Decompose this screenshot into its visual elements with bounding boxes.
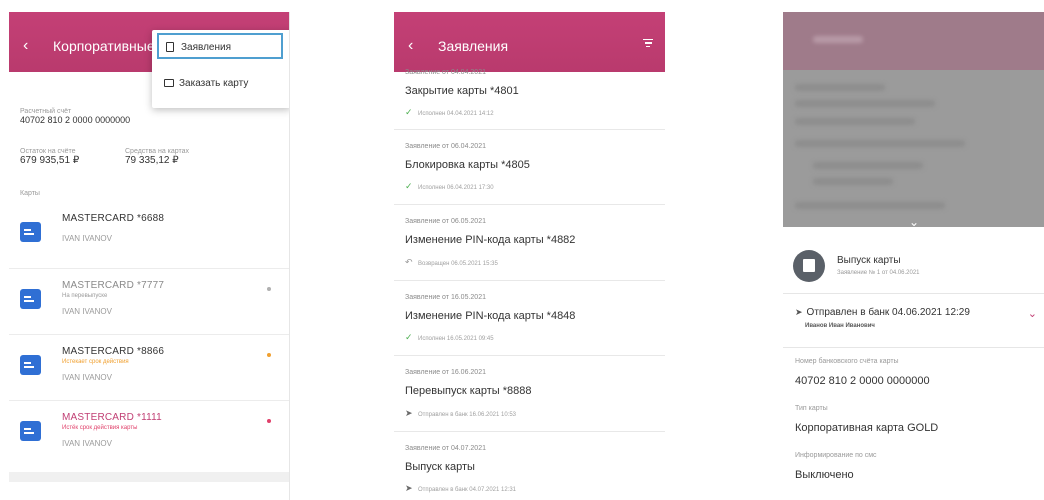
send-icon: ➤ <box>405 483 413 493</box>
chevron-down-icon[interactable]: ⌄ <box>901 215 927 229</box>
card-row[interactable]: MASTERCARD *1111 Истёк срок действия кар… <box>9 400 289 467</box>
application-date: Заявление от 16.06.2021 <box>405 369 486 376</box>
card-row[interactable]: MASTERCARD *8866 Истекает срок действия … <box>9 334 289 401</box>
return-icon: ↶ <box>405 257 413 267</box>
account-number: 40702 810 2 0000 0000000 <box>20 115 131 125</box>
sheet-subtitle: Заявление № 1 от 04.06.2021 <box>837 270 920 276</box>
check-icon: ✓ <box>405 332 413 342</box>
section-divider <box>9 472 289 482</box>
cards-label: Карты <box>20 190 40 197</box>
card-icon <box>164 79 174 87</box>
back-arrow-icon[interactable]: ‹ <box>23 38 28 54</box>
field-value: Выключено <box>795 469 854 481</box>
status-dot <box>267 287 271 291</box>
card-holder: IVAN IVANOV <box>62 234 112 243</box>
app-bar: ‹ Заявления <box>394 12 665 72</box>
list-item[interactable]: Заявление от 16.05.2021 Изменение PIN-ко… <box>394 280 665 356</box>
menu-item-order-card[interactable]: Заказать карту <box>157 71 283 97</box>
send-icon: ➤ <box>405 408 413 418</box>
card-icon <box>20 289 41 309</box>
card-icon <box>20 355 41 375</box>
application-title: Изменение PIN-кода карты *4882 <box>405 234 576 246</box>
card-status: На перевыпуске <box>62 293 108 299</box>
document-icon <box>166 42 174 52</box>
application-status: ➤ Отправлен в банк 04.07.2021 12:31 <box>405 483 517 493</box>
cards-screen: ‹ Корпоративные Расчетный счёт 40702 810… <box>9 12 290 500</box>
send-icon: ➤ <box>795 307 803 317</box>
application-status: ➤ Отправлен в банк 16.06.2021 10:53 <box>405 408 517 418</box>
card-icon <box>20 222 41 242</box>
back-arrow-icon[interactable]: ‹ <box>408 38 413 54</box>
card-status: Истекает срок действия <box>62 359 129 365</box>
signer: Иванов Иван Иванович <box>805 323 875 329</box>
balance-value: 679 935,51 ₽ <box>20 155 80 166</box>
application-title: Перевыпуск карты *8888 <box>405 385 532 397</box>
status-dot <box>267 419 271 423</box>
application-status: ✓ Исполнен 04.04.2021 14:12 <box>405 107 494 117</box>
check-icon: ✓ <box>405 107 413 117</box>
filter-icon[interactable] <box>643 39 653 48</box>
status-dot <box>267 353 271 357</box>
application-date: Заявление от 06.04.2021 <box>405 143 486 150</box>
application-title: Выпуск карты <box>405 461 475 473</box>
field-label: Номер банковского счёта карты <box>795 358 899 365</box>
application-date: Заявление от 16.05.2021 <box>405 294 486 301</box>
list-item[interactable]: Заявление от 04.04.2021 Закрытие карты *… <box>394 67 665 130</box>
card-holder: IVAN IVANOV <box>62 373 112 382</box>
applications-screen: ‹ Заявления Заявление от 04.04.2021 Закр… <box>394 12 665 500</box>
document-icon <box>793 250 825 282</box>
card-status: Истёк срок действия карты <box>62 425 138 431</box>
overflow-menu: Заявления Заказать карту <box>152 30 289 108</box>
card-row[interactable]: MASTERCARD *7777 На перевыпуске IVAN IVA… <box>9 268 289 335</box>
application-title: Изменение PIN-кода карты *4848 <box>405 310 576 322</box>
application-status: ✓ Исполнен 06.04.2021 17:30 <box>405 181 494 191</box>
card-holder: IVAN IVANOV <box>62 439 112 448</box>
field-value: Корпоративная карта GOLD <box>795 422 939 434</box>
card-title: MASTERCARD *6688 <box>62 213 165 224</box>
field-label: Информирование по смс <box>795 452 877 459</box>
blurred-background <box>783 12 1044 227</box>
application-status: ↶ Возвращен 06.05.2021 15:35 <box>405 257 498 267</box>
menu-item-label: Заказать карту <box>179 78 249 89</box>
list-item[interactable]: Заявление от 04.07.2021 Выпуск карты ➤ От… <box>394 431 665 500</box>
screen-title: Корпоративные <box>53 38 155 54</box>
cards-balance-value: 79 335,12 ₽ <box>125 155 179 166</box>
card-row[interactable]: MASTERCARD *6688 IVAN IVANOV <box>9 202 289 268</box>
field-label: Тип карты <box>795 405 828 412</box>
list-item[interactable]: Заявление от 06.05.2021 Изменение PIN-ко… <box>394 204 665 281</box>
menu-item-applications[interactable]: Заявления <box>157 33 283 59</box>
bottom-sheet: Выпуск карты Заявление № 1 от 04.06.2021… <box>783 227 1044 500</box>
field-value: 40702 810 2 0000 0000000 <box>795 375 930 387</box>
application-date: Заявление от 04.04.2021 <box>405 69 486 76</box>
chevron-down-icon[interactable]: ⌄ <box>1028 307 1037 320</box>
sheet-title: Выпуск карты <box>837 255 901 266</box>
check-icon: ✓ <box>405 181 413 191</box>
application-date: Заявление от 06.05.2021 <box>405 218 486 225</box>
application-date: Заявление от 04.07.2021 <box>405 445 486 452</box>
card-title: MASTERCARD *7777 <box>62 280 165 291</box>
application-detail-screen: ⌄ Выпуск карты Заявление № 1 от 04.06.20… <box>783 12 1044 500</box>
application-title: Блокировка карты *4805 <box>405 159 530 171</box>
application-status: ✓ Исполнен 16.05.2021 09:45 <box>405 332 494 342</box>
card-icon <box>20 421 41 441</box>
menu-item-label: Заявления <box>181 42 232 53</box>
card-title: MASTERCARD *8866 <box>62 346 165 357</box>
list-item[interactable]: Заявление от 16.06.2021 Перевыпуск карты… <box>394 355 665 432</box>
card-title: MASTERCARD *1111 <box>62 412 162 423</box>
list-item[interactable]: Заявление от 06.04.2021 Блокировка карты… <box>394 129 665 205</box>
status-line: ➤ Отправлен в банк 04.06.2021 12:29 <box>795 307 970 318</box>
application-title: Закрытие карты *4801 <box>405 85 519 97</box>
card-holder: IVAN IVANOV <box>62 307 112 316</box>
screen-title: Заявления <box>438 38 509 54</box>
